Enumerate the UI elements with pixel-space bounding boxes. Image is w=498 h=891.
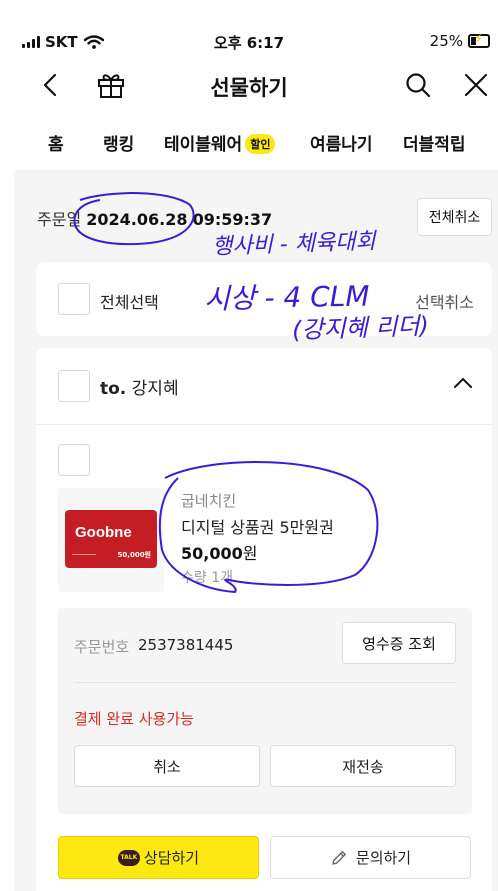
- gift-item-card: to. 강지혜 Goobne 50,000원 굽네치킨 디지털 상품권 5만원권…: [36, 348, 492, 891]
- voucher-brand: Goobne: [75, 524, 132, 541]
- recipient-checkbox[interactable]: [58, 370, 90, 402]
- cancel-all-button[interactable]: 전체취소: [417, 198, 492, 236]
- battery-percent: 25%: [429, 32, 463, 50]
- product-brand: 굽네치킨: [181, 492, 237, 510]
- order-number: 2537381445: [138, 636, 234, 654]
- sale-badge: 할인: [245, 134, 276, 154]
- recipient-prefix: to.: [100, 379, 127, 399]
- recipient: to. 강지혜: [100, 374, 179, 399]
- voucher-value: 50,000원: [117, 551, 151, 559]
- annotation-line-3: (강지혜 리더): [291, 311, 430, 345]
- cancel-button[interactable]: 취소: [74, 745, 260, 787]
- kakao-talk-icon: TALK: [117, 849, 140, 866]
- consult-label: 상담하기: [143, 849, 200, 867]
- order-number-label: 주문번호: [74, 638, 130, 656]
- tab-tableware-label: 테이블웨어: [164, 135, 243, 155]
- tab-double-points[interactable]: 더블적립: [403, 130, 466, 155]
- category-tabs: 홈 랭킹 테이블웨어 할인 여름나기 더블적립: [14, 112, 498, 170]
- chevron-up-icon[interactable]: [452, 372, 474, 394]
- resend-button[interactable]: 재전송: [270, 745, 456, 787]
- recipient-name: 강지혜: [131, 379, 179, 399]
- product-name[interactable]: 디지털 상품권 5만원권: [181, 514, 334, 538]
- divider: [74, 682, 456, 683]
- search-icon[interactable]: [404, 71, 432, 99]
- price-value: 50,000: [181, 544, 243, 563]
- close-icon[interactable]: [463, 72, 489, 98]
- inquiry-button[interactable]: 문의하기: [270, 836, 471, 879]
- pencil-icon: [332, 850, 346, 865]
- order-date-value: 2024.06.28: [86, 210, 188, 229]
- divider: [36, 424, 492, 425]
- order-date-label: 주문일: [37, 210, 82, 229]
- tab-home[interactable]: 홈: [48, 130, 64, 155]
- clock: 오후 6:17: [213, 34, 285, 52]
- consult-button[interactable]: TALK 상담하기: [58, 836, 259, 879]
- select-all-checkbox[interactable]: [58, 283, 90, 315]
- receipt-button[interactable]: 영수증 조회: [342, 622, 456, 664]
- nav-bar: 선물하기: [14, 60, 498, 112]
- status-bar: SKT 오후 6:17 25% ⚡: [0, 0, 498, 60]
- order-date: 주문일 2024.06.28 09:59:37: [37, 206, 272, 230]
- price-unit: 원: [242, 544, 258, 563]
- voucher-card: Goobne 50,000원: [65, 510, 157, 568]
- product-quantity: 수량 1개: [181, 570, 233, 586]
- annotation-line-1: 행사비 - 체육대회: [211, 229, 377, 260]
- product-price: 50,000원: [181, 540, 257, 564]
- tab-ranking[interactable]: 랭킹: [103, 130, 134, 155]
- select-all-label: 전체선택: [100, 293, 159, 312]
- product-image[interactable]: Goobne 50,000원: [58, 488, 164, 592]
- battery-icon: ⚡: [468, 32, 490, 48]
- inquiry-label: 문의하기: [355, 849, 412, 867]
- order-info-box: 주문번호 2537381445 영수증 조회 결제 완료 사용가능 취소 재전송: [58, 608, 472, 814]
- payment-status: 결제 완료 사용가능: [74, 710, 194, 728]
- tab-summer[interactable]: 여름나기: [310, 130, 373, 155]
- item-checkbox[interactable]: [58, 444, 90, 476]
- tab-tableware[interactable]: 테이블웨어 할인: [164, 130, 276, 155]
- status-right: 25% ⚡: [430, 32, 490, 50]
